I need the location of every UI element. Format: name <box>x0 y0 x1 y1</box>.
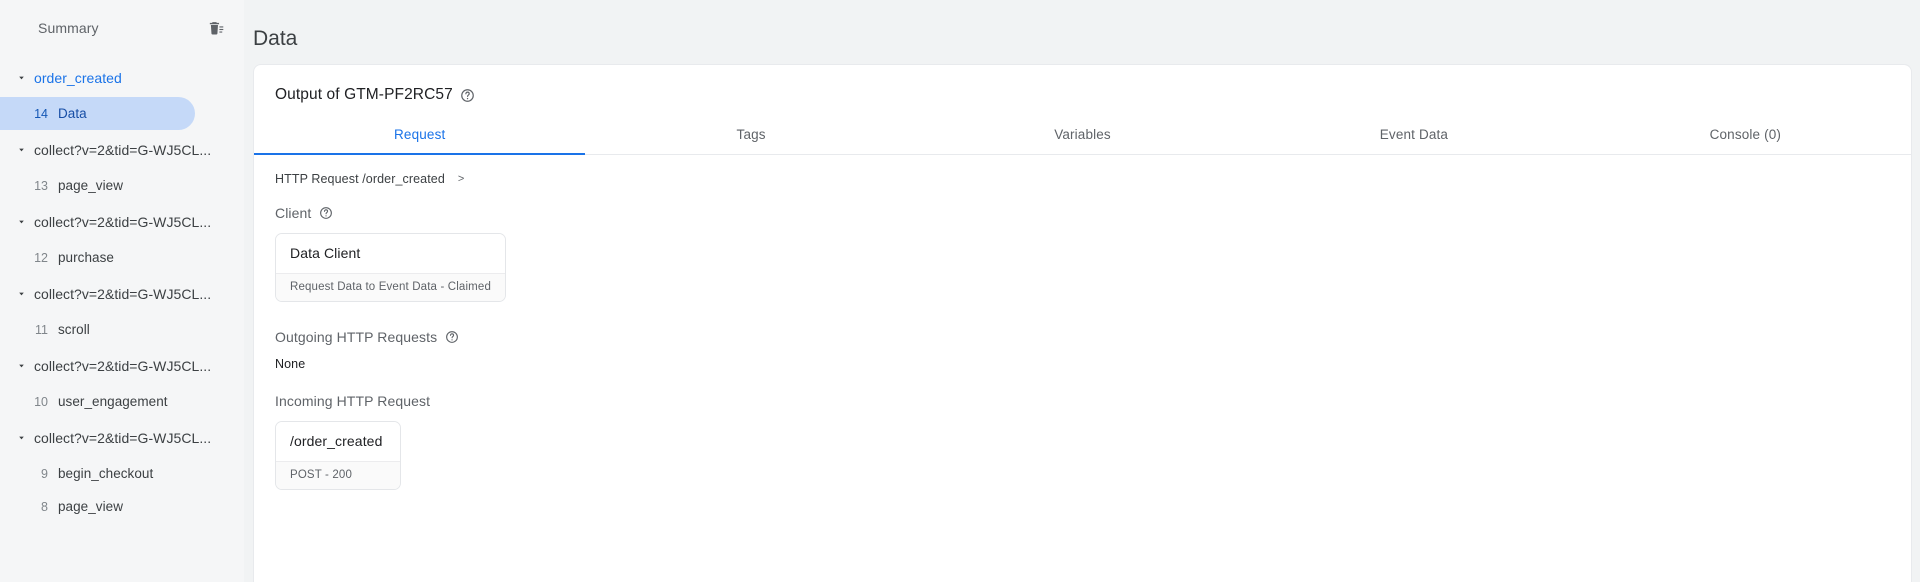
caret-down-icon[interactable] <box>10 427 32 449</box>
outgoing-label-text: Outgoing HTTP Requests <box>275 329 438 345</box>
tree-group-label: collect?v=2&tid=G-WJ5CL... <box>34 141 212 158</box>
tree-item[interactable]: 13 page_view <box>0 169 244 202</box>
tree-group-label: collect?v=2&tid=G-WJ5CL... <box>34 357 212 374</box>
help-circle-icon[interactable] <box>318 206 333 221</box>
sidebar-header: Summary <box>0 0 244 56</box>
breadcrumb-separator-icon: > <box>457 173 465 185</box>
tree-item-index: 13 <box>34 178 48 193</box>
tab-event-data[interactable]: Event Data <box>1248 118 1579 154</box>
tree-item-label: user_engagement <box>58 394 168 409</box>
outgoing-requests-value: None <box>275 357 306 371</box>
client-section-label: Client <box>275 205 1911 221</box>
incoming-card-title: /order_created <box>276 422 401 461</box>
client-card-title: Data Client <box>276 234 505 273</box>
tree-item-selected[interactable]: 14 Data <box>0 97 195 130</box>
panel-title: Output of GTM-PF2RC57 <box>275 86 453 103</box>
tree-item-label: page_view <box>58 499 123 514</box>
tree-item-label: Data <box>58 106 87 121</box>
tree-item[interactable]: 10 user_engagement <box>0 385 244 418</box>
help-circle-icon[interactable] <box>460 88 475 103</box>
event-summary-sidebar: Summary order_created 14 Data collect?v=2&t… <box>0 0 245 582</box>
client-card[interactable]: Data Client Request Data to Event Data -… <box>275 233 506 302</box>
client-card-subtitle: Request Data to Event Data - Claimed <box>276 273 505 301</box>
caret-down-icon[interactable] <box>10 283 32 305</box>
tree-item-index: 11 <box>35 322 48 337</box>
tab-request[interactable]: Request <box>254 118 586 155</box>
tree-group-label: collect?v=2&tid=G-WJ5CL... <box>34 285 212 302</box>
client-label-text: Client <box>275 205 312 221</box>
tree-group-collapsible[interactable]: collect?v=2&tid=G-WJ5CL... <box>0 346 244 385</box>
outgoing-http-requests-section: Outgoing HTTP Requests None <box>275 329 1911 371</box>
tab-console-0[interactable]: Console (0) <box>1580 118 1911 154</box>
tree-group-collapsible[interactable]: collect?v=2&tid=G-WJ5CL... <box>0 274 244 313</box>
tree-item[interactable]: 11 scroll <box>0 313 244 346</box>
tree-group-active[interactable]: order_created <box>0 58 244 97</box>
breadcrumb: HTTP Request /order_created > <box>275 172 1911 186</box>
tree-item[interactable]: 12 purchase <box>0 241 244 274</box>
caret-down-icon[interactable] <box>10 355 32 377</box>
incoming-request-card[interactable]: /order_created POST - 200 <box>275 421 402 490</box>
summary-label: Summary <box>38 20 99 36</box>
tree-item[interactable]: 9 begin_checkout <box>0 457 244 490</box>
tree-group-label: collect?v=2&tid=G-WJ5CL... <box>34 429 212 446</box>
help-circle-icon[interactable] <box>444 330 459 345</box>
tab-tags[interactable]: Tags <box>585 118 916 154</box>
incoming-label-text: Incoming HTTP Request <box>275 393 431 409</box>
client-section: Client Data Client Request Data to Event… <box>275 205 1911 307</box>
page-title: Data <box>253 27 298 50</box>
incoming-card-subtitle: POST - 200 <box>276 461 401 489</box>
tree-item[interactable]: 8 page_view <box>0 490 244 523</box>
panel-body: HTTP Request /order_created > Client Dat… <box>254 155 1911 495</box>
tab-variables[interactable]: Variables <box>917 118 1248 154</box>
delete-list-icon[interactable] <box>204 17 226 39</box>
tree-item-index: 14 <box>34 106 48 121</box>
caret-down-icon[interactable] <box>10 211 32 233</box>
app-root: Summary order_created 14 Data collect?v=2&t… <box>0 0 1920 582</box>
tree-item-label: scroll <box>58 322 90 337</box>
tree-item-index: 12 <box>34 250 48 265</box>
tree-item-index: 10 <box>34 394 48 409</box>
panel-header: Output of GTM-PF2RC57 <box>254 65 1911 104</box>
outgoing-section-label: Outgoing HTTP Requests <box>275 329 1911 345</box>
tree-item-label: begin_checkout <box>58 466 154 481</box>
tree-item-index: 8 <box>41 499 48 514</box>
tree-group-collapsible[interactable]: collect?v=2&tid=G-WJ5CL... <box>0 202 244 241</box>
incoming-section-label: Incoming HTTP Request <box>275 393 1911 409</box>
tree-item-index: 9 <box>41 466 48 481</box>
tree-group-label: collect?v=2&tid=G-WJ5CL... <box>34 213 212 230</box>
caret-down-icon[interactable] <box>10 67 32 89</box>
tree-item-label: purchase <box>58 250 114 265</box>
incoming-http-request-section: Incoming HTTP Request /order_created POS… <box>275 393 1911 495</box>
output-panel: Output of GTM-PF2RC57 Request Tags Variabl… <box>253 64 1912 582</box>
tree-group-collapsible[interactable]: collect?v=2&tid=G-WJ5CL... <box>0 418 244 457</box>
panel-tabs: Request Tags Variables Event Data Console (0… <box>254 118 1911 155</box>
caret-down-icon[interactable] <box>10 139 32 161</box>
tree-group-label: order_created <box>34 69 122 86</box>
event-tree: order_created 14 Data collect?v=2&tid=G-WJ5… <box>0 56 244 523</box>
tree-item-label: page_view <box>58 178 123 193</box>
main-content: Data Output of GTM-PF2RC57 Request Tags Va… <box>245 0 1920 582</box>
breadcrumb-item-http-request[interactable]: HTTP Request /order_created <box>275 172 445 186</box>
tree-group-collapsible[interactable]: collect?v=2&tid=G-WJ5CL... <box>0 130 244 169</box>
